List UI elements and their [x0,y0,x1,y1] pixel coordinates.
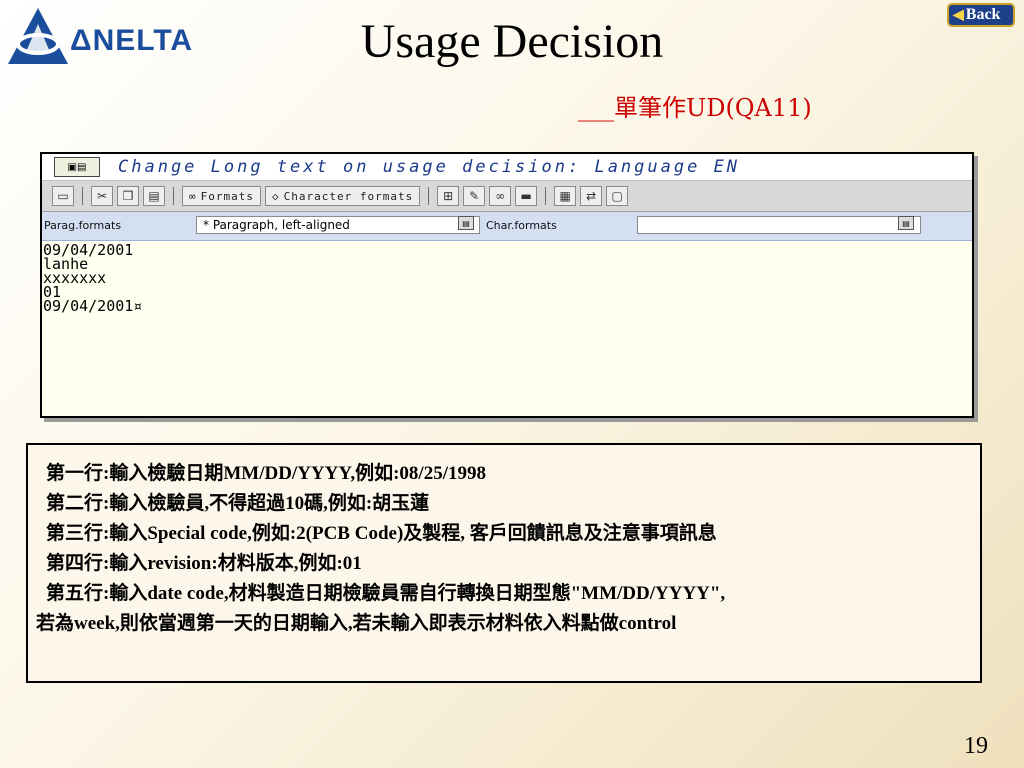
sap-toolbar: ▭ ✂ ❐ ▤ ∞ Formats ◇ Character formats ⊞ … [42,181,972,212]
sap-window-title: Change Long text on usage decision: Lang… [118,157,741,177]
formats-button-label: Formats [200,189,254,203]
pencil-icon[interactable]: ✎ [463,186,486,206]
sap-title-bar: ▣▤ Change Long text on usage decision: L… [42,154,972,181]
network-icon[interactable]: ⇄ [580,186,603,206]
text-line: 01 [43,283,62,301]
document-icon[interactable]: ▭ [52,186,74,206]
instruction-line: 第一行:輸入檢驗日期MM/DD/YYYY,例如:08/25/1998 [46,463,486,484]
paste-icon[interactable]: ▤ [143,186,165,206]
eraser-icon: ◇ [271,189,280,203]
back-button-label: Back [965,6,1001,23]
toolbar-separator [428,187,430,205]
comment-icon[interactable]: ▢ [606,186,629,206]
instruction-line: 若為week,則依當週第一天的日期輸入,若未輸入即表示材料依入料點做contro… [36,613,677,634]
text-line: 09/04/2001 [43,241,134,259]
formats-button[interactable]: ∞ Formats [182,186,261,206]
sap-editor-window: ▣▤ Change Long text on usage decision: L… [40,152,974,418]
instruction-line: 第二行:輸入檢驗員,不得超過10碼,例如:胡玉蓮 [46,493,430,514]
system-menu-icon[interactable]: ▣▤ [54,157,100,177]
format-bar: Parag.formats * Paragraph, left-aligned … [42,212,972,241]
copy-icon[interactable]: ❐ [117,186,139,206]
character-dropdown-icon[interactable]: ▤ [898,216,914,230]
glasses-icon: ∞ [189,189,197,203]
long-text-editor[interactable]: 09/04/2001 lanhe xxxxxxx 01 09/04/2001¤ [42,241,972,315]
paragraph-formats-label: Parag.formats [44,219,122,232]
folder-icon[interactable]: ▦ [554,186,577,206]
back-arrow-icon: ◀ [953,7,964,23]
text-line: 09/04/2001¤ [43,297,143,315]
character-format-select[interactable] [637,216,921,234]
instruction-line: 第四行:輸入revision:材料版本,例如:01 [46,553,362,574]
paragraph-dropdown-icon[interactable]: ▤ [458,216,474,230]
toolbar-separator [173,187,174,205]
paragraph-format-value: * Paragraph, left-aligned [203,218,350,232]
slide-subtitle: ___單筆作UD(QA11) [578,94,812,122]
page-number: 19 [964,733,988,759]
paragraph-format-select[interactable]: * Paragraph, left-aligned [196,216,480,234]
back-button[interactable]: ◀ Back [947,3,1015,27]
character-formats-button-label: Character formats [283,189,414,203]
slide-title: Usage Decision [360,15,664,68]
text-line: xxxxxxx [43,269,107,287]
toolbar-separator [82,187,83,205]
instruction-box: 第一行:輸入檢驗日期MM/DD/YYYY,例如:08/25/1998 第二行:輸… [26,443,982,683]
character-formats-button[interactable]: ◇ Character formats [264,186,421,206]
view-icon[interactable]: ∞ [489,186,512,206]
text-line: lanhe [43,255,89,273]
toolbar-separator [545,187,547,205]
character-formats-label: Char.formats [486,219,557,232]
save-icon[interactable]: ▬ [515,186,538,206]
insert-icon[interactable]: ⊞ [437,186,460,206]
instruction-line: 第三行:輸入Special code,例如:2(PCB Code)及製程, 客戶… [46,523,717,544]
instruction-line: 第五行:輸入date code,材料製造日期檢驗員需自行轉換日期型態"MM/DD… [46,583,726,604]
cut-icon[interactable]: ✂ [91,186,113,206]
